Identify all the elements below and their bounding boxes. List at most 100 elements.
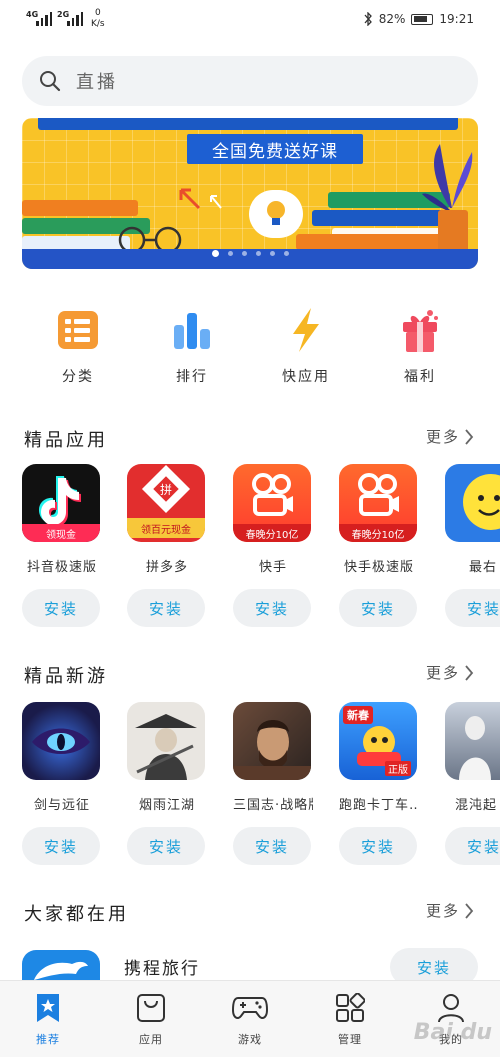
- search-bar[interactable]: 直播: [22, 56, 478, 106]
- search-icon: [40, 71, 61, 92]
- category-label: 福利: [404, 369, 436, 385]
- app-card[interactable]: 拼 领百元现金 拼多多 安装: [127, 464, 207, 627]
- install-button[interactable]: 安装: [445, 589, 500, 627]
- app-badge: 春晚分10亿: [339, 524, 417, 542]
- search-placeholder: 直播: [76, 72, 118, 93]
- app-badge: 领百元现金: [127, 518, 205, 538]
- signal-bars-2-icon: [67, 12, 83, 26]
- clock: 19:21: [439, 12, 474, 26]
- app-badge: 春晚分10亿: [233, 524, 311, 542]
- battery-icon: [411, 13, 434, 25]
- category-label: 排行: [176, 369, 208, 385]
- yanyu-jianghu-app-icon: [127, 702, 205, 780]
- app-name: 跑跑卡丁车…: [339, 798, 419, 813]
- app-card[interactable]: 烟雨江湖 安装: [127, 702, 207, 865]
- chevron-right-icon: [465, 428, 474, 445]
- app-card[interactable]: 新春 正版 跑跑卡丁车… 安装: [339, 702, 419, 865]
- nav-label: 应用: [139, 1033, 163, 1046]
- status-right: 82% 19:21: [363, 12, 474, 26]
- more-label: 更多: [425, 664, 460, 682]
- net-speed-unit: K/s: [91, 19, 105, 29]
- status-bar: 4G 2G 0 K/s 82% 19:21: [0, 0, 500, 40]
- featured-apps-row: 领现金 抖音极速版 安装 拼 领百元现金 拼多多 安装 春晚分10亿 快手 安装…: [0, 464, 500, 634]
- install-button[interactable]: 安装: [22, 827, 100, 865]
- nav-apps[interactable]: 应用: [116, 991, 186, 1047]
- app-card[interactable]: 剑与远征 安装: [22, 702, 102, 865]
- carousel-dot[interactable]: [269, 251, 275, 256]
- nav-recommend[interactable]: 推荐: [13, 991, 83, 1047]
- carousel-dot[interactable]: [255, 251, 261, 256]
- gamepad-icon: [232, 997, 268, 1019]
- app-name: 快手极速版: [343, 560, 414, 575]
- afk-arena-app-icon: [22, 702, 100, 780]
- carousel-dot[interactable]: [241, 251, 247, 256]
- kartrider-app-icon: 新春 正版: [339, 702, 417, 780]
- user-icon: [438, 994, 464, 1023]
- app-card[interactable]: 混沌起 安装: [445, 702, 500, 865]
- more-link-popular[interactable]: 更多: [426, 900, 474, 921]
- gift-icon: [403, 310, 438, 352]
- app-name: 混沌起: [455, 798, 498, 813]
- install-button[interactable]: 安装: [127, 827, 205, 865]
- category-quick-app[interactable]: 快应用: [266, 306, 346, 386]
- app-name: 烟雨江湖: [138, 798, 195, 813]
- more-label: 更多: [425, 428, 460, 446]
- install-button[interactable]: 安装: [233, 827, 311, 865]
- app-name: 三国志·战略版: [233, 798, 313, 813]
- install-button[interactable]: 安装: [127, 589, 205, 627]
- category-label: 快应用: [282, 369, 330, 385]
- app-name: 最右: [469, 560, 498, 575]
- section-title-featured-apps: 精品应用: [24, 430, 108, 451]
- app-name: 剑与远征: [33, 798, 90, 813]
- quick-app-icon: [293, 308, 319, 352]
- carousel-dots[interactable]: [22, 250, 478, 257]
- nav-label: 管理: [338, 1033, 362, 1046]
- svg-text:拼: 拼: [160, 483, 172, 497]
- three-kingdoms-app-icon: [233, 702, 311, 780]
- app-badge: 领现金: [22, 524, 100, 542]
- nav-manage[interactable]: 管理: [315, 991, 385, 1047]
- app-card[interactable]: 最右 安装: [445, 464, 500, 627]
- app-card[interactable]: 领现金 抖音极速版 安装: [22, 464, 102, 627]
- app-name: 快手: [258, 560, 287, 575]
- app-store-icon: [137, 994, 165, 1022]
- carousel-dot[interactable]: [211, 250, 219, 257]
- section-title-new-games: 精品新游: [24, 666, 108, 687]
- hundun-app-icon: [445, 702, 500, 780]
- app-card[interactable]: 三国志·战略版 安装: [233, 702, 313, 865]
- category-icon: [58, 311, 98, 349]
- app-name: 抖音极速版: [26, 560, 97, 575]
- app-card[interactable]: 春晚分10亿 快手 安装: [233, 464, 313, 627]
- app-name[interactable]: 携程旅行: [124, 954, 200, 979]
- lightbulb-icon: [249, 190, 303, 238]
- promo-banner[interactable]: 全国免费送好课: [22, 118, 478, 269]
- carousel-dot[interactable]: [227, 251, 233, 256]
- nav-games[interactable]: 游戏: [215, 991, 285, 1047]
- category-welfare[interactable]: 福利: [380, 306, 460, 386]
- category-classify[interactable]: 分类: [38, 306, 118, 386]
- install-button[interactable]: 安装: [445, 827, 500, 865]
- app-card[interactable]: 春晚分10亿 快手极速版 安装: [339, 464, 419, 627]
- more-link-featured-apps[interactable]: 更多: [426, 426, 474, 447]
- carousel-dot[interactable]: [283, 251, 289, 256]
- bluetooth-icon: [364, 12, 372, 26]
- banner-top-strip: [38, 118, 458, 130]
- install-button[interactable]: 安装: [22, 589, 100, 627]
- more-link-new-games[interactable]: 更多: [426, 662, 474, 683]
- section-title-popular: 大家都在用: [24, 904, 129, 925]
- app-badge-bottom: 正版: [385, 761, 411, 776]
- net-speed-value: 0: [94, 8, 101, 18]
- battery-percent: 82%: [378, 12, 406, 26]
- book-illustration: [22, 200, 138, 216]
- install-button[interactable]: 安装: [233, 589, 311, 627]
- manage-grid-icon: [336, 993, 365, 1022]
- nav-label: 游戏: [238, 1033, 262, 1046]
- chevron-right-icon: [465, 664, 474, 681]
- ctrip-app-icon[interactable]: [22, 950, 100, 984]
- install-button[interactable]: 安装: [339, 827, 417, 865]
- bookmark-star-icon: [37, 994, 59, 1022]
- category-ranking[interactable]: 排行: [152, 306, 232, 386]
- app-name: 拼多多: [145, 560, 188, 575]
- install-button[interactable]: 安装: [339, 589, 417, 627]
- signal-bars-1-icon: [36, 12, 52, 26]
